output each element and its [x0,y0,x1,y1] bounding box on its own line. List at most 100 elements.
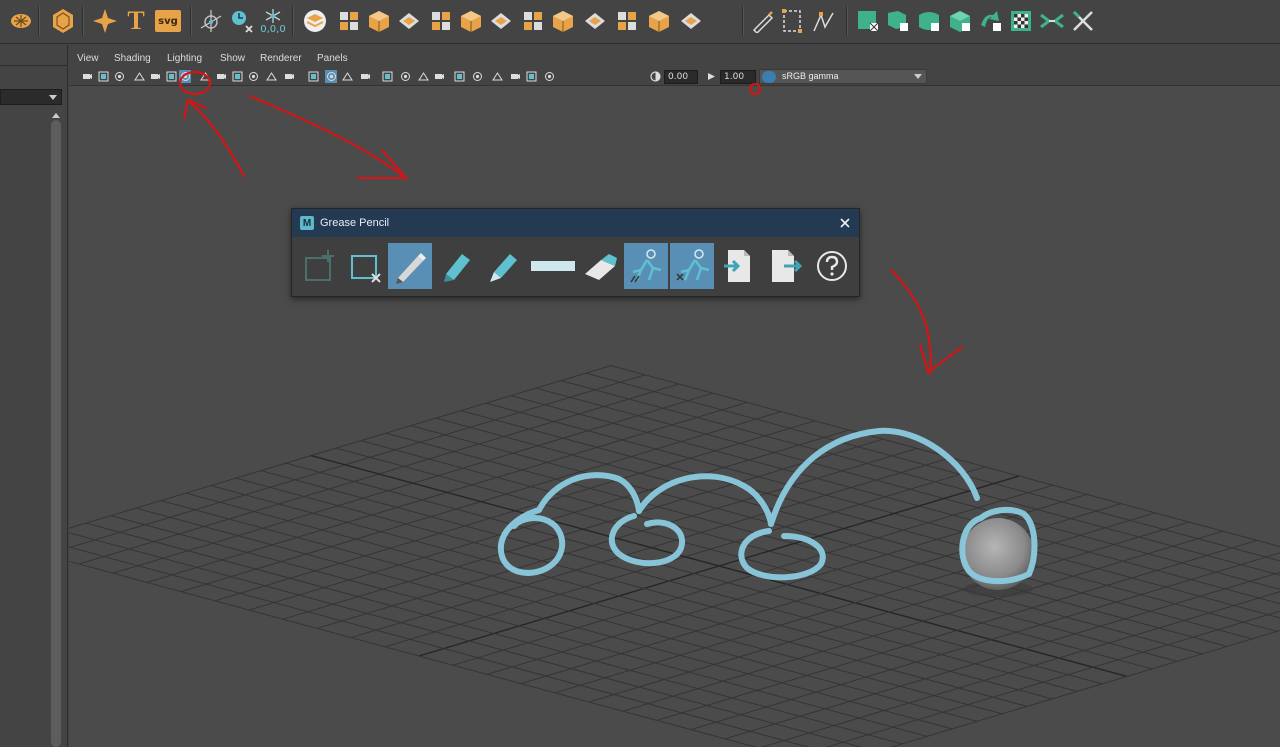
uv-cut-icon[interactable] [1070,6,1096,36]
grease-pencil-toggle-icon[interactable] [149,70,161,83]
resolution-gate-icon[interactable] [215,70,227,83]
help-button[interactable] [810,243,854,289]
camera-icon[interactable] [81,70,93,83]
wireframe-icon[interactable] [307,70,319,83]
origin-icon[interactable]: 0,0,0 [258,6,288,36]
marker-button[interactable] [434,243,478,289]
add-frame-button[interactable] [296,243,340,289]
field-chart-icon[interactable] [247,70,259,83]
cv-curve-icon[interactable] [810,6,836,36]
exposure-icon[interactable] [649,70,661,83]
ghost-next-button[interactable] [670,243,714,289]
bevel-cube-icon[interactable] [366,6,392,36]
grid-line [825,610,1280,747]
layered-icon[interactable] [614,6,640,36]
safe-action-icon[interactable] [265,70,277,83]
color-space-dropdown[interactable]: sRGB gamma [759,69,927,84]
locator-icon[interactable] [198,6,224,36]
xray-joints-icon[interactable] [525,70,537,83]
eraser-button[interactable] [578,243,622,289]
wireframe-on-shaded-icon[interactable] [341,70,353,83]
grease-pencil-window[interactable]: M Grease Pencil [291,208,860,297]
curve-pencil-icon[interactable] [750,6,776,36]
ambient-occlusion-icon[interactable] [417,70,429,83]
textured-icon[interactable] [359,70,371,83]
grid-icon[interactable] [179,70,191,83]
line-width-button[interactable] [528,243,578,289]
polygon-sphere-icon[interactable] [50,6,76,36]
mesh-sphere-icon[interactable] [678,6,704,36]
stroke-arc-1 [536,472,642,514]
shadows-icon[interactable] [399,70,411,83]
grease-pencil-titlebar[interactable]: M Grease Pencil [292,209,859,237]
text-tool-icon[interactable]: T [123,6,149,36]
cube-grid-icon[interactable] [336,6,362,36]
lattice-icon[interactable] [779,6,805,36]
smooth-shade-icon[interactable] [325,70,337,83]
scrollbar[interactable] [51,120,61,747]
backface-icon[interactable] [543,70,555,83]
chevron-down-icon [49,95,57,100]
film-gate-icon[interactable] [199,70,211,83]
bookmark-icon[interactable] [113,70,125,83]
2d-pan-icon[interactable] [165,70,177,83]
scatter-icon[interactable] [646,6,672,36]
uv-layout-icon[interactable] [916,6,942,36]
close-icon[interactable] [837,215,853,231]
help-icon [817,251,847,281]
viewport-scene [69,365,1280,747]
color-space-label: sRGB gamma [782,71,839,81]
gamma-field[interactable]: 1.00 [720,70,756,84]
uv-cylinder-icon[interactable] [978,6,1004,36]
uv-cube-icon[interactable] [947,6,973,36]
grid-line [69,546,810,747]
3d-viewport[interactable] [69,86,1280,747]
checker-icon[interactable] [1008,6,1034,36]
menu-lighting[interactable]: Lighting [167,53,202,64]
add-frame-icon [305,250,334,281]
exposure-field[interactable]: 0.00 [664,70,698,84]
menu-view[interactable]: View [77,53,99,64]
ghost-previous-icon [630,249,662,283]
image-plane-icon[interactable] [133,70,145,83]
box-icon[interactable] [488,6,514,36]
safe-title-icon[interactable] [283,70,295,83]
delete-frame-button[interactable] [342,243,386,289]
export-button[interactable] [764,243,808,289]
paint-effects-icon[interactable] [8,6,34,36]
edge-loop-icon[interactable] [520,6,546,36]
gate-mask-icon[interactable] [231,70,243,83]
panel-combo[interactable] [0,89,62,105]
uv-sew-icon[interactable] [1039,6,1065,36]
menu-panels[interactable]: Panels [317,53,348,64]
menu-shading[interactable]: Shading [114,53,151,64]
uv-editor-icon[interactable] [855,6,881,36]
lights-icon[interactable] [381,70,393,83]
ghost-previous-button[interactable] [624,243,668,289]
camera-attr-icon[interactable] [97,70,109,83]
extrude-grid-icon[interactable] [396,6,422,36]
import-button[interactable] [716,243,760,289]
star-light-icon[interactable] [92,6,118,36]
scroll-up-icon[interactable] [50,108,62,120]
gamma-icon[interactable] [705,70,717,83]
split-cube-icon[interactable] [582,6,608,36]
xray-icon[interactable] [509,70,521,83]
uv-unfold-icon[interactable] [885,6,911,36]
measure-tool-icon[interactable] [229,6,255,36]
soft-pencil-button[interactable] [480,243,524,289]
svg-tool-icon[interactable]: svg [154,6,182,36]
book-icon[interactable] [428,6,454,36]
shelf-separator [190,6,192,36]
layer-icon[interactable] [302,6,328,36]
stack-icon[interactable] [458,6,484,36]
pencil-button[interactable] [388,243,432,289]
menu-show[interactable]: Show [220,53,245,64]
line-width-icon [531,261,575,271]
depth-of-field-icon[interactable] [471,70,483,83]
anti-alias-icon[interactable] [453,70,465,83]
sphere-grid-icon[interactable] [550,6,576,36]
isolate-icon[interactable] [491,70,503,83]
menu-renderer[interactable]: Renderer [260,53,302,64]
motion-blur-icon[interactable] [433,70,445,83]
